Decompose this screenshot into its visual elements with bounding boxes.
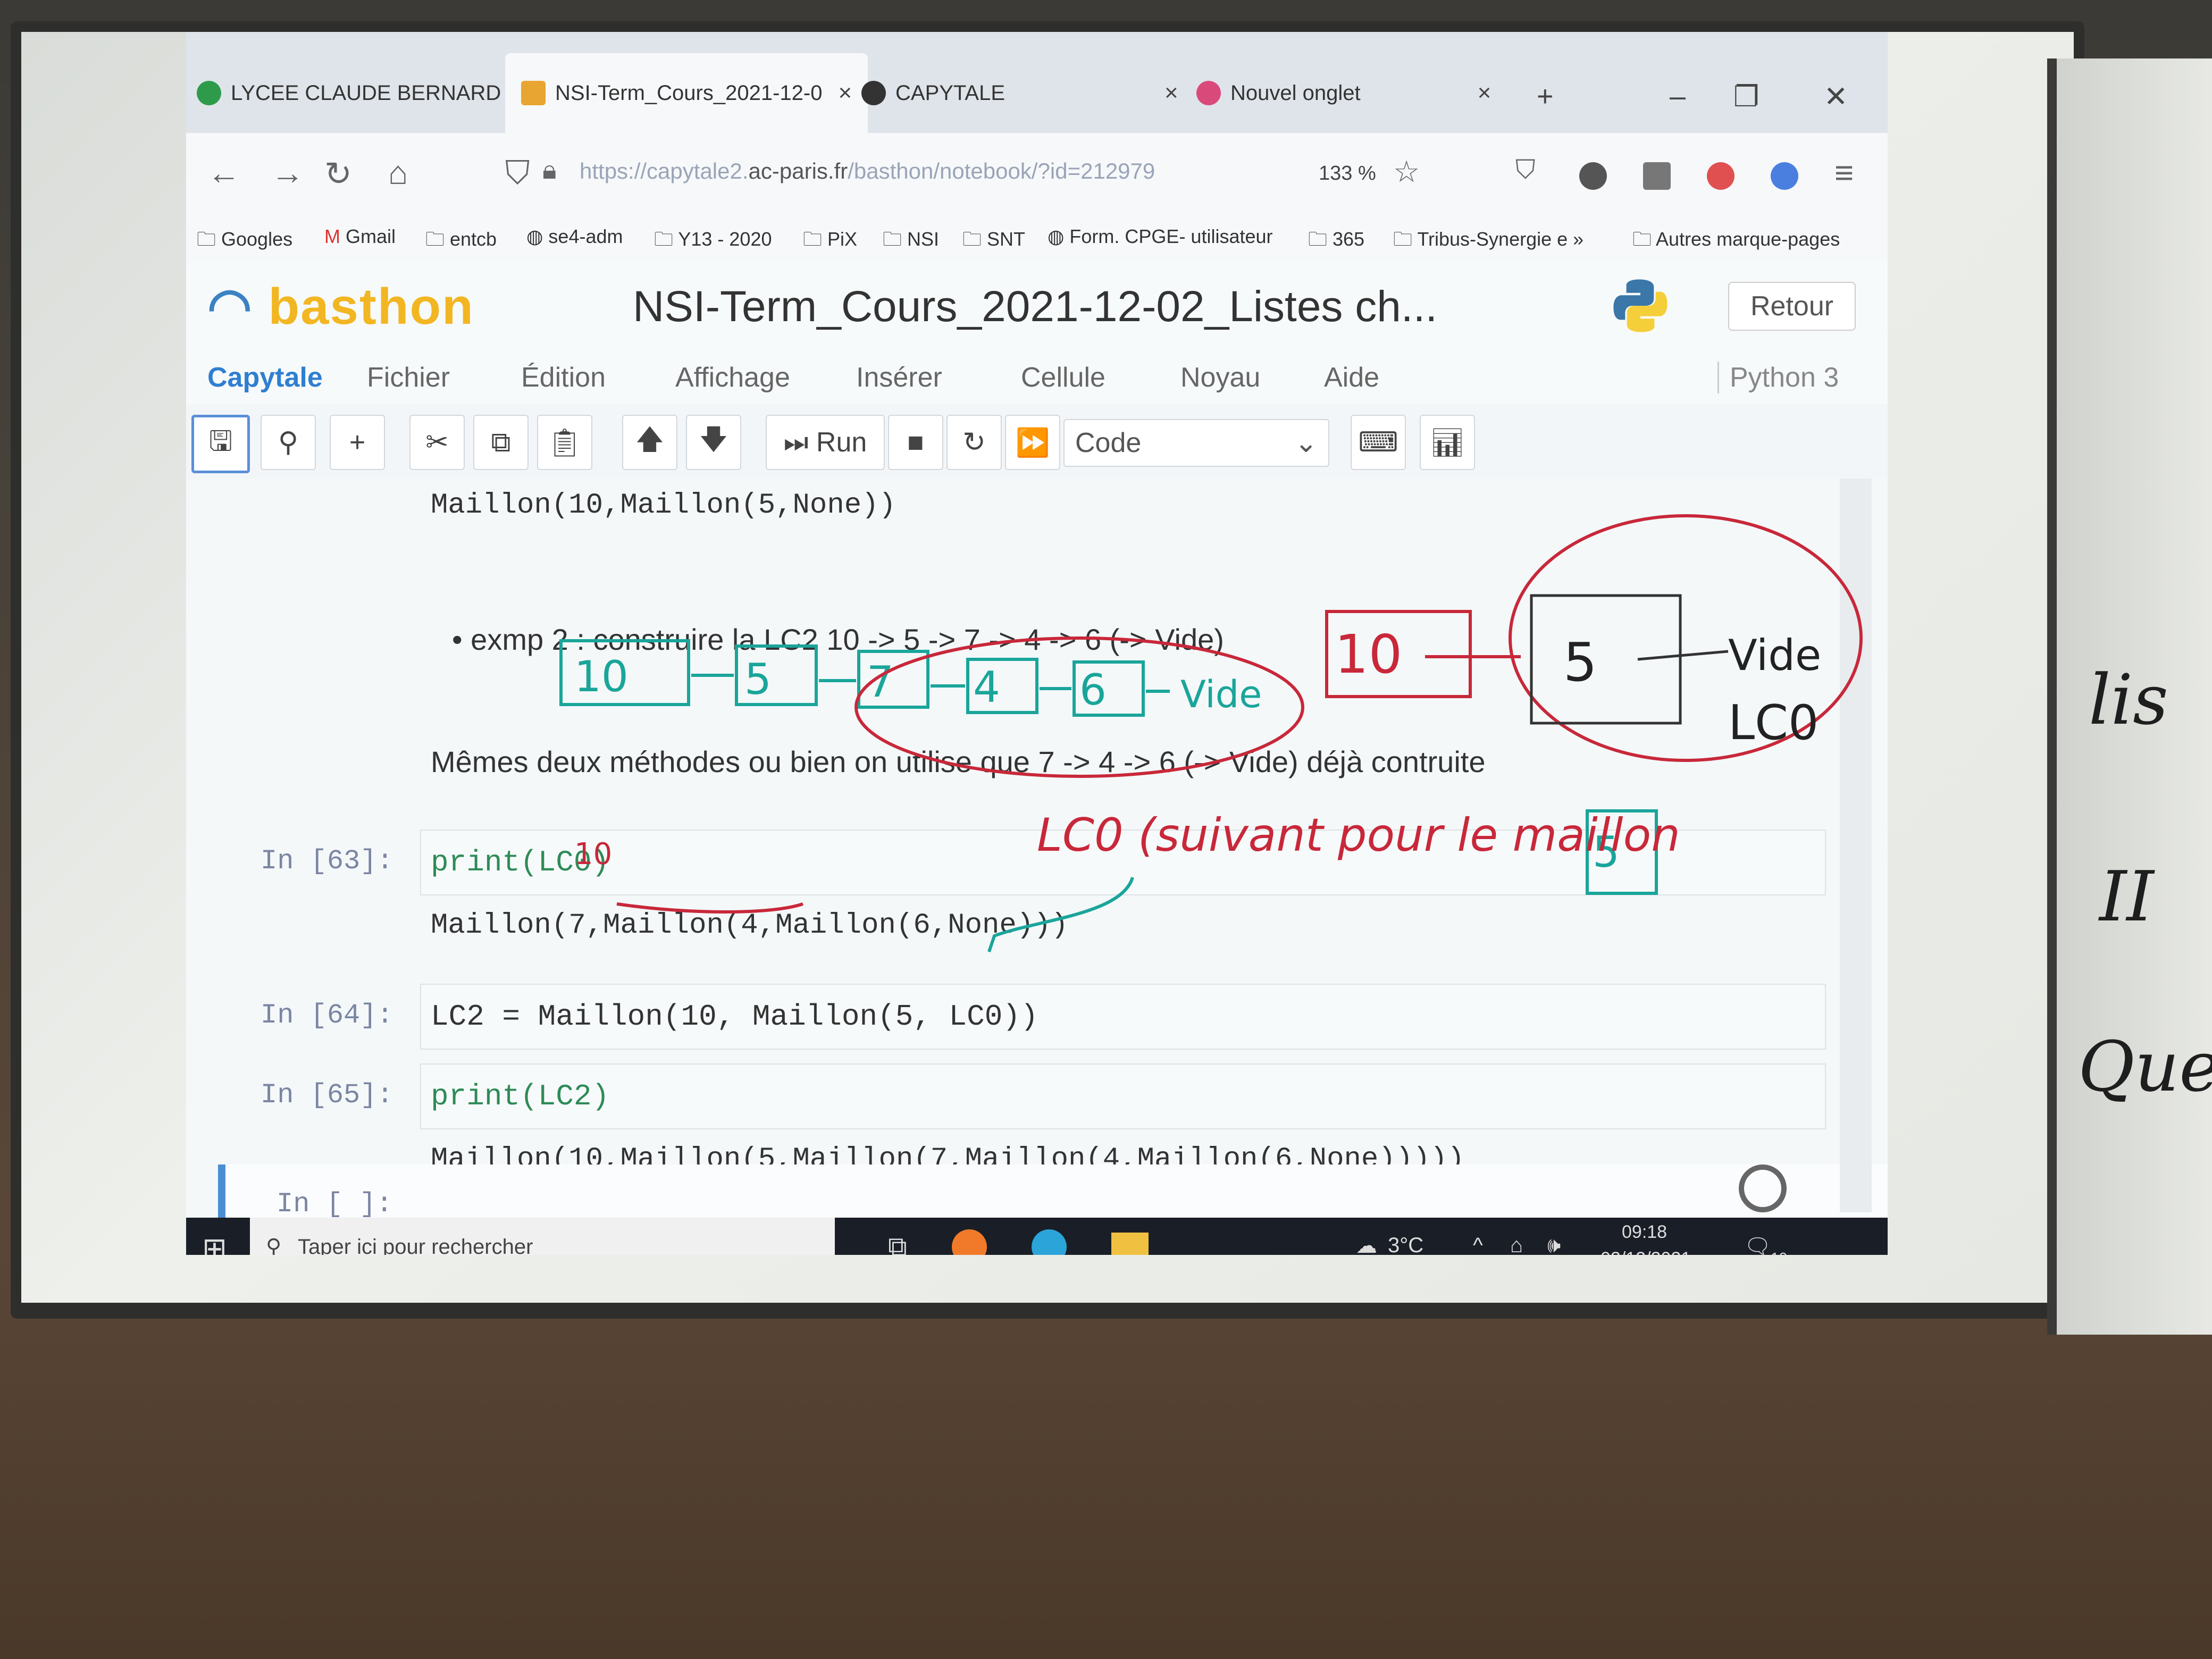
teal-curve-arrow (987, 877, 1134, 952)
chain-value: 10 (574, 652, 629, 701)
teal-linked-list-drawing (559, 639, 1658, 952)
circle-node-value: 5 (1563, 631, 1597, 693)
black-arrow (1637, 650, 1729, 661)
chain-end: Vide (1180, 673, 1262, 716)
black-node-drawing (1530, 594, 1729, 725)
chain-value: 6 (1079, 665, 1107, 715)
circle-end: Vide (1728, 631, 1821, 680)
handwritten-annotations: 10 5 7 4 6 Vide 5 10 LC0 (suivant pour l… (559, 514, 1863, 952)
black-node-box (1530, 594, 1682, 725)
circle-label: LC0 (1728, 695, 1819, 751)
chain-value: 5 (744, 655, 772, 704)
red-over-seven: 10 (574, 837, 612, 872)
chain-value: 4 (973, 663, 1000, 712)
red-note: LC0 (suivant pour le maillon (1037, 809, 1680, 862)
red-box-value: 10 (1335, 623, 1402, 685)
red-underline (616, 902, 803, 914)
black-labels: 5 Vide LC0 (1563, 631, 1821, 751)
